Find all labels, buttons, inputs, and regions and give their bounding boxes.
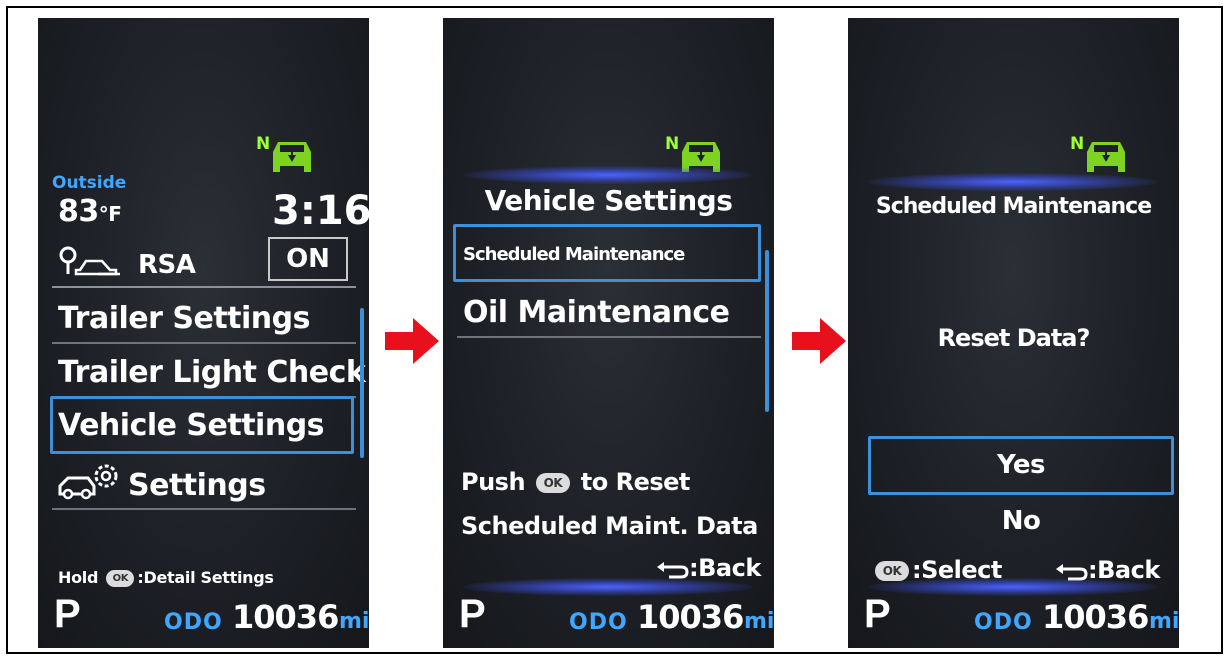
back-hint: :Back <box>655 554 761 582</box>
4wd-neutral-icon <box>1087 142 1125 172</box>
gear-position: P <box>54 592 81 636</box>
menu-item-oil-maintenance[interactable]: Oil Maintenance <box>463 295 730 330</box>
menu-item-settings[interactable]: Settings <box>128 468 266 503</box>
status-bar: P ODO 10036 mi <box>54 590 369 644</box>
rsa-sign-car-icon <box>59 246 120 276</box>
neutral-label: N <box>665 134 680 154</box>
odo-label: ODO <box>164 610 223 635</box>
menu-item-trailer-light-check[interactable]: Trailer Light Check <box>58 355 366 390</box>
ok-button-icon: OK <box>875 561 909 581</box>
odometer-value: 10036 <box>637 598 744 636</box>
gear-position: P <box>459 592 486 636</box>
ok-button-icon: OK <box>535 473 570 493</box>
4wd-neutral-icon <box>273 142 311 172</box>
hint-prefix: Hold <box>58 568 99 587</box>
odo-label: ODO <box>974 610 1033 635</box>
status-bar: P ODO 10036 mi <box>864 590 1179 644</box>
temperature-value: 83°F <box>58 194 122 229</box>
temperature-unit: °F <box>98 202 122 226</box>
outside-label: Outside <box>52 173 127 193</box>
push-prefix: Push <box>461 468 526 496</box>
menu-item-trailer-settings[interactable]: Trailer Settings <box>58 301 310 336</box>
push-hint-line2: Scheduled Maint. Data <box>461 512 758 540</box>
flow-arrow-icon <box>792 318 846 364</box>
screen-title: Scheduled Maintenance <box>875 194 1152 219</box>
odo-label: ODO <box>569 610 628 635</box>
car-gear-settings-icon <box>58 464 118 500</box>
temperature-number: 83 <box>58 194 99 229</box>
menu-item-scheduled-maintenance[interactable]: Scheduled Maintenance <box>463 244 685 265</box>
menu-item-vehicle-settings[interactable]: Vehicle Settings <box>58 408 325 443</box>
rsa-label: RSA <box>138 250 196 280</box>
header-glow <box>463 166 753 184</box>
reset-question: Reset Data? <box>937 324 1091 352</box>
gear-position: P <box>864 592 891 636</box>
header-glow <box>868 173 1158 191</box>
neutral-label: N <box>1070 134 1085 154</box>
push-suffix: to Reset <box>580 468 691 496</box>
screen-title: Vehicle Settings <box>484 184 733 217</box>
status-bar: P ODO 10036 mi <box>459 590 774 644</box>
cluster-screen-reset-confirm: N Scheduled Maintenance Reset Data? Yes … <box>848 18 1179 648</box>
cluster-screen-main-menu: N Outside 83°F 3:16 RSA ON Trailer Setti… <box>38 18 369 648</box>
neutral-label: N <box>256 134 271 154</box>
odometer-value: 10036 <box>232 598 339 636</box>
divider <box>52 286 356 288</box>
option-yes[interactable]: Yes <box>848 450 1179 480</box>
odometer-unit: mi <box>339 609 369 634</box>
4wd-neutral-indicator: N <box>1070 134 1132 176</box>
4wd-neutral-indicator: N <box>256 134 318 176</box>
push-hint-line1: Push OK to Reset <box>461 468 690 496</box>
odometer-value: 10036 <box>1042 598 1149 636</box>
ok-button-icon: OK <box>106 570 135 587</box>
rsa-state-badge: ON <box>268 237 348 281</box>
scrollbar[interactable] <box>360 308 364 458</box>
cluster-screen-vehicle-settings: N Vehicle Settings Scheduled Maintenance… <box>443 18 774 648</box>
odometer-unit: mi <box>1149 609 1179 634</box>
flow-arrow-icon <box>385 318 439 364</box>
hint-suffix: :Detail Settings <box>137 568 274 587</box>
divider <box>52 508 356 510</box>
divider <box>457 336 761 338</box>
back-arrow-icon <box>657 562 689 579</box>
detail-settings-hint: Hold OK:Detail Settings <box>58 568 274 587</box>
odometer-unit: mi <box>744 609 774 634</box>
clock: 3:16 <box>272 188 369 234</box>
option-no[interactable]: No <box>848 506 1179 536</box>
divider <box>52 342 356 344</box>
back-label: :Back <box>689 554 761 582</box>
scrollbar[interactable] <box>765 250 769 412</box>
